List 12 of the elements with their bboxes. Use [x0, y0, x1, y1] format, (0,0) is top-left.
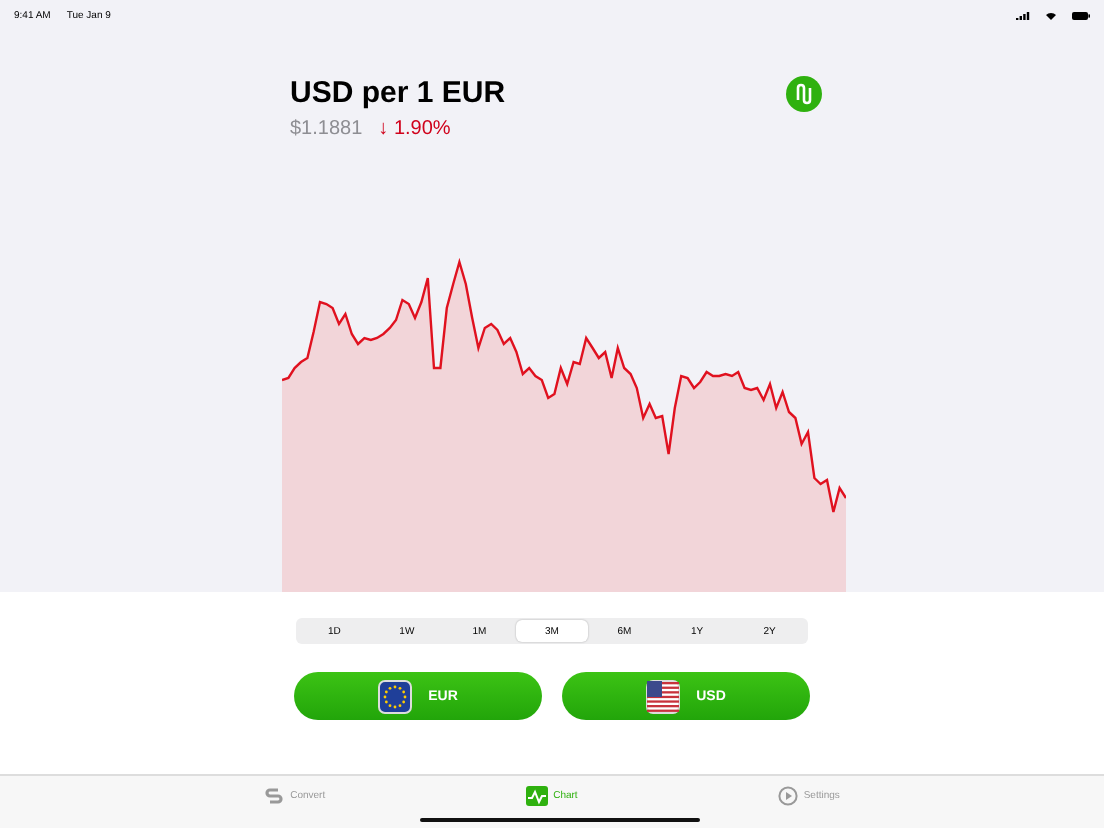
dollar-swap-icon [264, 786, 285, 806]
chart-title: USD per 1 EUR [290, 76, 508, 110]
swap-icon[interactable] [786, 76, 822, 112]
signal-icon [1016, 12, 1030, 20]
wifi-icon [1046, 12, 1056, 20]
play-circle-icon [777, 786, 798, 806]
battery-icon [1072, 12, 1090, 20]
eu-flag-icon [378, 679, 413, 713]
chart-icon [525, 786, 548, 806]
rate-change: ↓ 1.90% [378, 118, 451, 140]
exchange-rate: $1.1881 [290, 118, 363, 140]
us-flag-icon [646, 679, 681, 713]
